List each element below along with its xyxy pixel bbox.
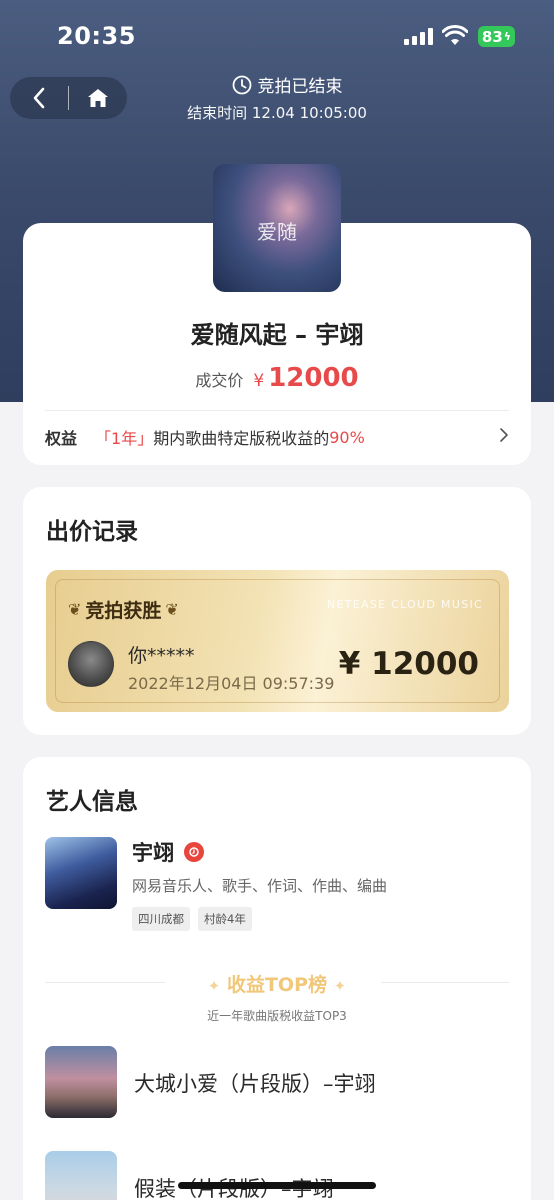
rights-label: 权益	[45, 429, 78, 448]
home-indicator[interactable]	[178, 1182, 376, 1189]
auction-status: 竞拍已结束 结束时间 12.04 10:05:00	[0, 72, 554, 123]
deal-price-label: 成交价	[195, 371, 244, 390]
deal-price-currency: ¥	[253, 371, 265, 391]
brand-watermark: NETEASE CLOUD MUSIC	[326, 598, 483, 611]
clock-icon	[232, 75, 251, 94]
battery-indicator: 83 ϟ	[478, 26, 515, 47]
musician-badge-icon	[184, 842, 204, 862]
top-list-subtitle: 近一年歌曲版税收益TOP3	[207, 1009, 347, 1023]
top-list-title: 收益TOP榜	[226, 974, 328, 996]
bidder-name: 你*****	[128, 645, 195, 667]
status-time: 20:35	[57, 22, 136, 50]
end-time-label: 结束时间	[187, 104, 248, 122]
artist-avatar[interactable]	[45, 837, 117, 909]
artist-description: 网易音乐人、歌手、作词、作曲、编曲	[132, 877, 388, 895]
sparkle-icon: ✦	[333, 977, 347, 995]
cover-title-mark: 爱随	[257, 220, 297, 244]
song-thumbnail	[45, 1046, 117, 1118]
end-time-value: 12.04 10:05:00	[251, 104, 367, 122]
rights-period: 「1年」	[95, 429, 154, 448]
artist-name: 宇翊	[132, 841, 174, 865]
artist-card: 艺人信息 宇翊 网易音乐人、歌手、作词、作曲、编曲 四川成都 村龄4年 ✦ 收益…	[23, 757, 531, 1200]
auction-status-text: 竞拍已结束	[257, 77, 343, 97]
winning-bid-card: ❦ 竞拍获胜 ❦ NETEASE CLOUD MUSIC 你***** 2022…	[46, 570, 509, 712]
top-song-item[interactable]: 大城小爱（片段版）–宇翊	[45, 1046, 509, 1118]
rights-percent: 90%	[329, 427, 365, 447]
top-list-title-row: ✦ 收益TOP榜 ✦	[23, 970, 531, 997]
bid-amount: ¥ 12000	[338, 646, 479, 682]
chevron-right-icon	[499, 427, 509, 447]
cellular-signal-icon	[404, 27, 434, 45]
bid-record-card: 出价记录 ❦ 竞拍获胜 ❦ NETEASE CLOUD MUSIC 你*****…	[23, 487, 531, 735]
laurel-left-icon: ❦	[68, 600, 82, 619]
charging-icon: ϟ	[503, 30, 512, 43]
divider	[45, 410, 509, 411]
bidder-avatar	[68, 641, 114, 687]
sparkle-icon: ✦	[207, 977, 221, 995]
wifi-icon	[441, 25, 469, 47]
rights-text: 期内歌曲特定版税收益的	[153, 429, 330, 448]
artist-section-title: 艺人信息	[46, 789, 138, 815]
song-cover[interactable]: 爱随	[213, 164, 341, 292]
rights-row[interactable]: 权益 「1年」 期内歌曲特定版税收益的 90%	[45, 425, 509, 449]
deal-price-row: 成交价 ¥ 12000	[23, 363, 531, 393]
winner-badge: ❦ 竞拍获胜 ❦	[68, 596, 179, 623]
artist-name-row[interactable]: 宇翊	[132, 837, 204, 867]
deal-price-value: 12000	[268, 363, 359, 393]
bid-time: 2022年12月04日 09:57:39	[128, 674, 335, 693]
artist-tag: 村龄4年	[198, 907, 252, 931]
status-bar: 20:35 83 ϟ	[0, 0, 554, 70]
laurel-right-icon: ❦	[165, 600, 179, 619]
artist-tags: 四川成都 村龄4年	[132, 907, 252, 931]
winner-label: 竞拍获胜	[85, 600, 162, 622]
winning-bid-frame: ❦ 竞拍获胜 ❦ NETEASE CLOUD MUSIC 你***** 2022…	[55, 579, 500, 703]
top-song-title: 大城小爱（片段版）–宇翊	[134, 1072, 376, 1096]
bid-record-title: 出价记录	[46, 519, 138, 545]
song-title: 爱随风起 – 宇翊	[190, 321, 364, 349]
song-thumbnail	[45, 1151, 117, 1200]
artist-tag: 四川成都	[132, 907, 190, 931]
top-song-item[interactable]: 假装（片段版）–宇翊	[45, 1151, 509, 1200]
battery-level: 83	[481, 27, 503, 46]
